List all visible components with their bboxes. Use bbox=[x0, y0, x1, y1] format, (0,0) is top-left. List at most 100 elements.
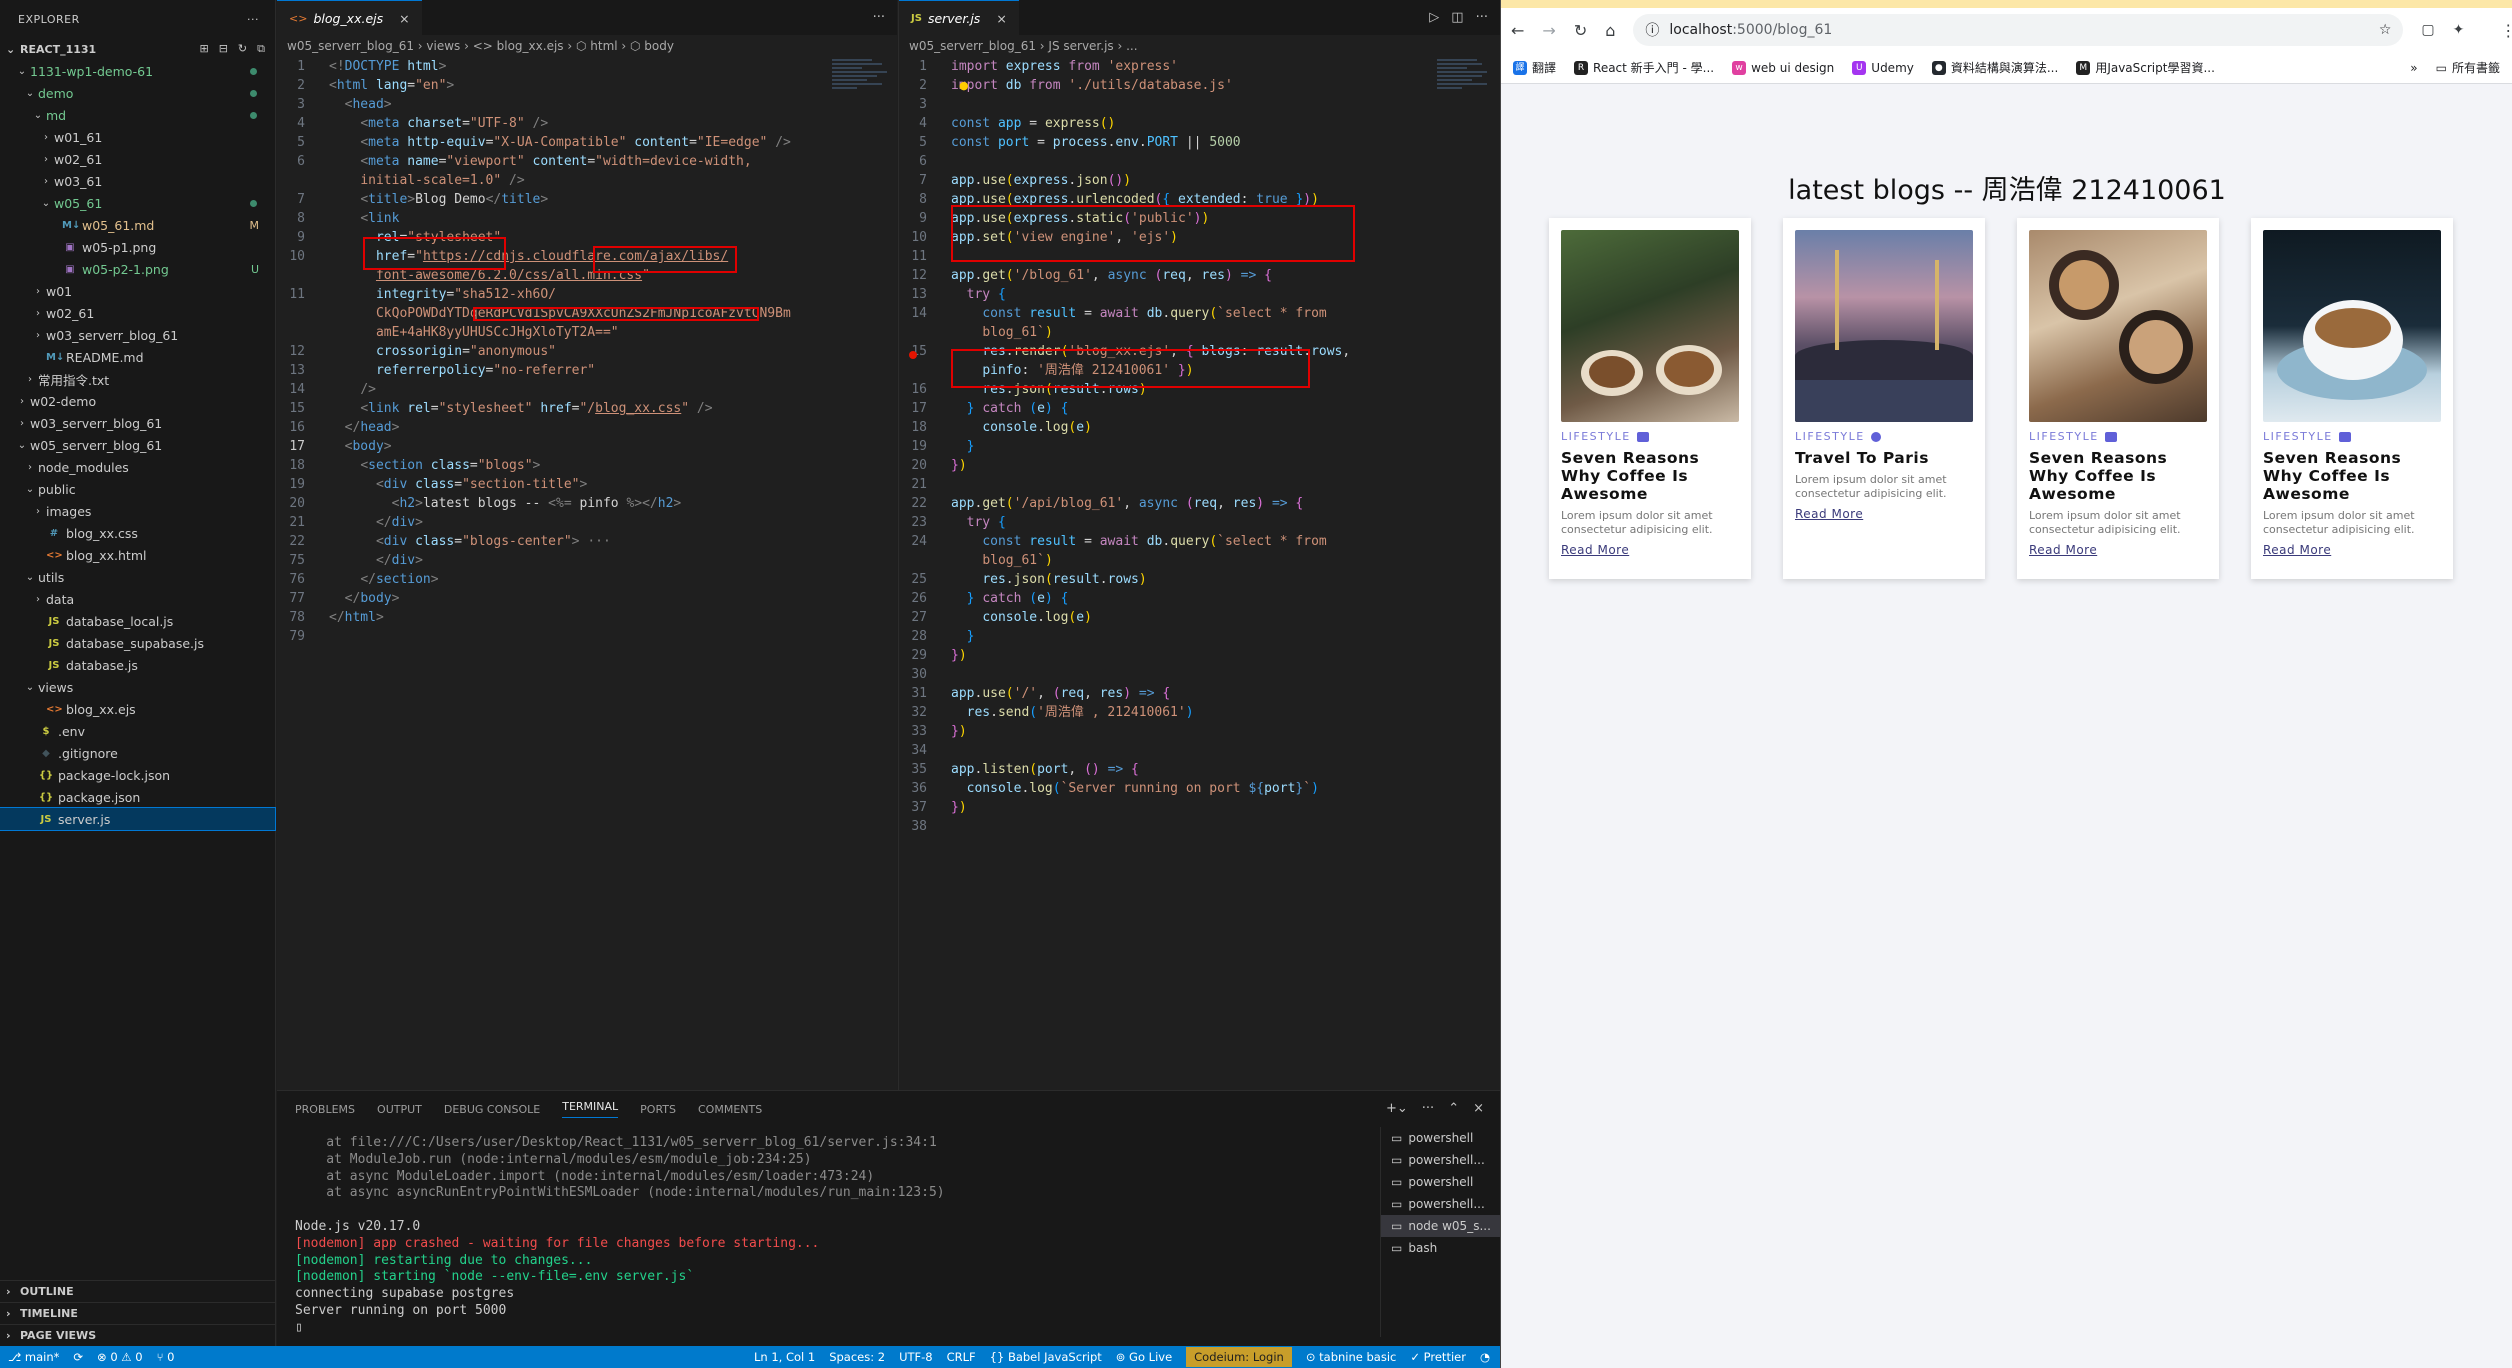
tree-item[interactable]: ⌄ 1131-wp1-demo-61 bbox=[0, 60, 275, 82]
tree-item[interactable]: ⌄ public bbox=[0, 478, 275, 500]
breadcrumb[interactable]: w05_serverr_blog_61 › views › <> blog_xx… bbox=[277, 35, 897, 57]
breadcrumb[interactable]: w05_serverr_blog_61 › JS server.js › ... bbox=[899, 35, 1500, 57]
tree-item[interactable]: › w01 bbox=[0, 280, 275, 302]
split-editor-icon[interactable]: ◫ bbox=[1451, 10, 1463, 25]
tree-item[interactable]: › node_modules bbox=[0, 456, 275, 478]
refresh-icon[interactable]: ↻ bbox=[238, 42, 247, 56]
tree-item[interactable]: M↓ w05_61.md M bbox=[0, 214, 275, 236]
terminal-output[interactable]: at file:///C:/Users/user/Desktop/React_1… bbox=[295, 1135, 945, 1337]
bookmark-item[interactable]: M 用JavaScript學習資... bbox=[2076, 59, 2215, 76]
tabnine-indicator[interactable]: ⊙ tabnine basic bbox=[1306, 1350, 1397, 1364]
terminal-instance[interactable]: ▭ powershell bbox=[1381, 1127, 1500, 1149]
more-actions-icon[interactable]: ··· bbox=[247, 13, 259, 26]
bookmark-item[interactable]: ● 資料結構與演算法... bbox=[1931, 59, 2058, 76]
home-icon[interactable]: ⌂ bbox=[1605, 21, 1615, 40]
tree-item[interactable]: › w03_61 bbox=[0, 170, 275, 192]
tree-item[interactable]: ⌄ views bbox=[0, 676, 275, 698]
close-icon[interactable]: × bbox=[996, 11, 1006, 26]
extensions-puzzle-icon[interactable]: ✦ bbox=[2453, 22, 2465, 38]
tree-item[interactable]: <> blog_xx.ejs bbox=[0, 698, 275, 720]
minimap-right[interactable] bbox=[1437, 57, 1497, 177]
panel-tab-problems[interactable]: PROBLEMS bbox=[295, 1103, 355, 1116]
tree-item[interactable]: › w03_serverr_blog_61 bbox=[0, 324, 275, 346]
reload-icon[interactable]: ↻ bbox=[1574, 21, 1587, 40]
code-area-left[interactable]: 1 <!DOCTYPE html> 2 <html lang="en"> 3 <head… bbox=[277, 57, 897, 646]
tree-item[interactable]: ⌄ utils bbox=[0, 566, 275, 588]
language-mode[interactable]: {} Babel JavaScript bbox=[990, 1350, 1102, 1364]
tree-item[interactable]: ⌄ w05_serverr_blog_61 bbox=[0, 434, 275, 456]
collapse-all-icon[interactable]: ⧉ bbox=[257, 42, 265, 56]
terminal-instance[interactable]: ▭ powershell... bbox=[1381, 1149, 1500, 1171]
terminal-instance[interactable]: ▭ powershell bbox=[1381, 1171, 1500, 1193]
panel-tab-ports[interactable]: PORTS bbox=[640, 1103, 676, 1116]
tree-item[interactable]: › w02-demo bbox=[0, 390, 275, 412]
tree-item[interactable]: › w02_61 bbox=[0, 148, 275, 170]
ports-indicator[interactable]: ⑂ 0 bbox=[157, 1350, 175, 1364]
back-icon[interactable]: ← bbox=[1511, 21, 1524, 40]
indentation[interactable]: Spaces: 2 bbox=[829, 1350, 885, 1364]
terminal-instance[interactable]: ▭ bash bbox=[1381, 1237, 1500, 1259]
maximize-panel-icon[interactable]: ⌃ bbox=[1448, 1101, 1459, 1116]
tree-item[interactable]: JS server.js bbox=[0, 807, 276, 831]
tree-item[interactable]: › 常用指令.txt bbox=[0, 368, 275, 390]
encoding[interactable]: UTF-8 bbox=[899, 1350, 933, 1364]
browser-menu-icon[interactable]: ⋮ bbox=[2500, 21, 2512, 40]
tab-server-js[interactable]: JS server.js × bbox=[899, 0, 1019, 35]
tree-item[interactable]: JS database.js bbox=[0, 654, 275, 676]
tab-blog-ejs[interactable]: <> blog_xx.ejs × bbox=[277, 0, 422, 35]
line-ending[interactable]: CRLF bbox=[947, 1350, 976, 1364]
panel-tab-terminal[interactable]: TERMINAL bbox=[562, 1100, 619, 1118]
bookmarks-overflow-icon[interactable]: » bbox=[2410, 61, 2417, 75]
tree-item[interactable]: › w01_61 bbox=[0, 126, 275, 148]
tree-item[interactable]: $ .env bbox=[0, 720, 275, 742]
tree-item[interactable]: ▣ w05-p2-1.png U bbox=[0, 258, 275, 280]
read-more-link[interactable]: Read More bbox=[1561, 543, 1629, 557]
close-panel-icon[interactable]: × bbox=[1473, 1101, 1484, 1116]
tree-item[interactable]: <> blog_xx.html bbox=[0, 544, 275, 566]
new-folder-icon[interactable]: ⊟ bbox=[219, 42, 228, 56]
terminal-instance[interactable]: ▭ powershell... bbox=[1381, 1193, 1500, 1215]
tree-item[interactable]: ⌄ demo bbox=[0, 82, 275, 104]
more-actions-icon[interactable]: ··· bbox=[873, 10, 885, 25]
tree-item[interactable]: JS database_local.js bbox=[0, 610, 275, 632]
read-more-link[interactable]: Read More bbox=[2029, 543, 2097, 557]
more-actions-icon[interactable]: ··· bbox=[1476, 10, 1488, 25]
breakpoint-icon[interactable] bbox=[909, 351, 917, 359]
branch-indicator[interactable]: ⎇ main* bbox=[8, 1350, 59, 1364]
page-views-section[interactable]: › PAGE VIEWS bbox=[0, 1324, 275, 1346]
tree-item[interactable]: JS database_supabase.js bbox=[0, 632, 275, 654]
panel-tab-output[interactable]: OUTPUT bbox=[377, 1103, 422, 1116]
new-file-icon[interactable]: ⊞ bbox=[199, 42, 208, 56]
prettier-indicator[interactable]: ✓ Prettier bbox=[1410, 1350, 1466, 1364]
all-bookmarks-button[interactable]: ▭ 所有書籤 bbox=[2436, 59, 2500, 76]
timeline-section[interactable]: › TIMELINE bbox=[0, 1302, 275, 1324]
notifications-icon[interactable]: ◔ bbox=[1480, 1350, 1490, 1364]
bookmark-item[interactable]: w web ui design bbox=[1732, 60, 1834, 75]
terminal-instance[interactable]: ▭ node w05_s... bbox=[1381, 1215, 1500, 1237]
sync-icon[interactable]: ⟳ bbox=[73, 1350, 83, 1364]
codeium-login-button[interactable]: Codeium: Login bbox=[1186, 1347, 1292, 1367]
tree-item[interactable]: › images bbox=[0, 500, 275, 522]
close-icon[interactable]: × bbox=[399, 11, 409, 26]
read-more-link[interactable]: Read More bbox=[2263, 543, 2331, 557]
tree-item[interactable]: › w02_61 bbox=[0, 302, 275, 324]
tree-item[interactable]: ◆ .gitignore bbox=[0, 742, 275, 764]
tree-item[interactable]: M↓ README.md bbox=[0, 346, 275, 368]
bookmark-item[interactable]: U Udemy bbox=[1852, 60, 1914, 75]
minimap-left[interactable] bbox=[832, 57, 892, 177]
cursor-position[interactable]: Ln 1, Col 1 bbox=[754, 1350, 815, 1364]
forward-icon[interactable]: → bbox=[1542, 21, 1555, 40]
tree-item[interactable]: › w03_serverr_blog_61 bbox=[0, 412, 275, 434]
outline-section[interactable]: › OUTLINE bbox=[0, 1280, 275, 1302]
tree-item[interactable]: # blog_xx.css bbox=[0, 522, 275, 544]
tree-item[interactable]: › data bbox=[0, 588, 275, 610]
read-more-link[interactable]: Read More bbox=[1795, 507, 1863, 521]
tree-item[interactable]: {} package.json bbox=[0, 786, 275, 808]
code-area-right[interactable]: 1 import express from 'express' 2 import db… bbox=[899, 57, 1500, 836]
new-terminal-icon[interactable]: +⌄ bbox=[1386, 1101, 1408, 1116]
address-bar[interactable]: ⓘ localhost:5000/blog_61 ☆ bbox=[1633, 14, 2404, 46]
extension-icon[interactable]: ▢ bbox=[2421, 22, 2434, 38]
panel-tab-debug-console[interactable]: DEBUG CONSOLE bbox=[444, 1103, 540, 1116]
bookmark-star-icon[interactable]: ☆ bbox=[2379, 22, 2392, 38]
site-info-icon[interactable]: ⓘ bbox=[1645, 20, 1659, 40]
